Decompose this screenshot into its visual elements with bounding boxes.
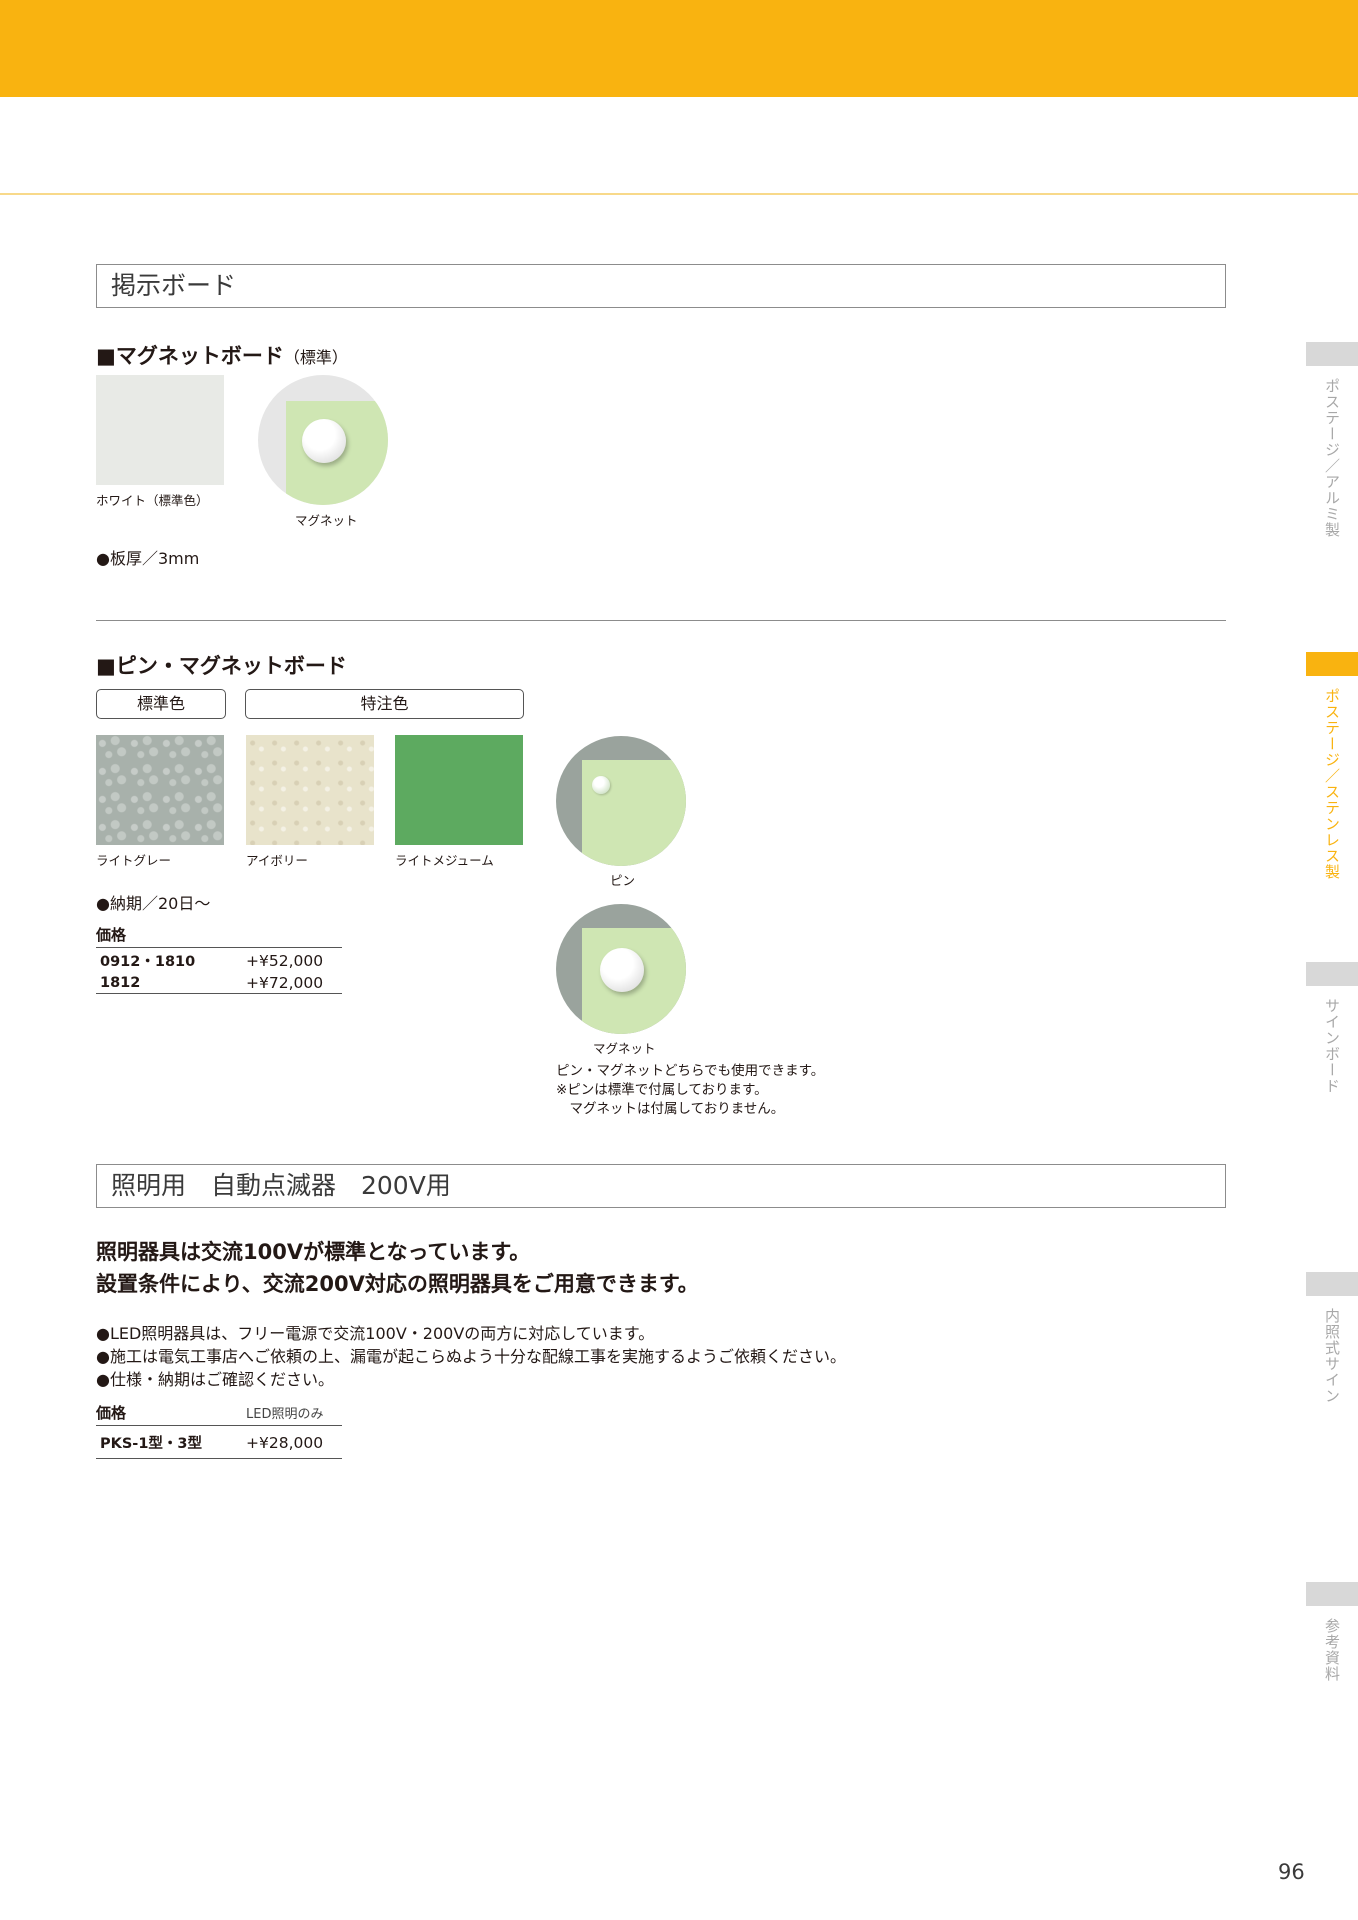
bullet-item: ●LED照明器具は、フリー電源で交流100V・200Vの両方に対応しています。 [96, 1324, 655, 1343]
swatch-white-label: ホワイト（標準色） [96, 493, 209, 508]
swatch-label-grey: ライトグレー [96, 853, 172, 868]
side-tab-illuminated-sign[interactable] [1306, 1272, 1358, 1296]
magnet-icon-2 [600, 948, 644, 992]
table-row: 0912・1810 +¥52,000 [100, 951, 324, 971]
delivery-note: ●納期／20日～ [96, 894, 211, 913]
price-sub-header: LED照明のみ [246, 1402, 342, 1426]
swatch-white [96, 375, 224, 485]
top-divider-line [0, 193, 1358, 195]
magnet-board-heading-sub: （標準） [283, 348, 348, 367]
side-tab-aluminum[interactable] [1306, 342, 1358, 366]
swatch-light-medium [395, 735, 523, 845]
magnet-label-2: マグネット [593, 1041, 656, 1056]
side-tab-signboard[interactable] [1306, 962, 1358, 986]
bullet-item: ●施工は電気工事店へご依頼の上、漏電が起こらぬよう十分な配線工事を実施するようご… [96, 1347, 846, 1366]
price-header: 価格 [96, 924, 342, 948]
magnet-detail-photo-2 [556, 904, 686, 1034]
side-label-reference[interactable]: 参考資料 [1306, 1618, 1358, 1718]
section-divider [96, 620, 1226, 621]
timer-bullets: ●LED照明器具は、フリー電源で交流100V・200Vの両方に対応しています。 … [96, 1322, 846, 1391]
note-line-3: マグネットは付属しておりません。 [556, 1101, 785, 1117]
timer-lead-1: 照明器具は交流100Vが標準となっています。 [96, 1240, 531, 1264]
side-label-illuminated-sign[interactable]: 内照式サイン [1306, 1308, 1358, 1428]
table-row: PKS-1型・3型 +¥28,000 [96, 1425, 342, 1459]
section-title-board: 掲示ボード [96, 264, 1226, 308]
swatch-label-ivory: アイボリー [246, 853, 308, 868]
section-title-timer: 照明用 自動点滅器 200V用 [96, 1164, 1226, 1208]
side-tab-reference[interactable] [1306, 1582, 1358, 1606]
timer-lead-2: 設置条件により、交流200V対応の照明器具をご用意できます。 [96, 1272, 699, 1296]
magnet-detail-photo [258, 375, 388, 505]
bullet-item: ●仕様・納期はご確認ください。 [96, 1370, 334, 1389]
side-label-stainless[interactable]: ポステージ／ステンレス製 [1306, 688, 1358, 888]
magnet-board-heading-text: ■マグネットボード [96, 344, 284, 368]
top-color-bar [0, 0, 1358, 97]
timer-price-table: 価格 LED照明のみ PKS-1型・3型 +¥28,000 [96, 1402, 342, 1459]
note-line-2: ※ピンは標準で付属しております。 [556, 1082, 768, 1098]
side-label-aluminum[interactable]: ポステージ／アルミ製 [1306, 378, 1358, 558]
pin-magnet-notes: ピン・マグネットどちらでも使用できます。 ※ピンは標準で付属しております。 マグ… [556, 1062, 824, 1119]
pin-board-price-table: 価格 0912・1810 +¥52,000 1812 +¥72,000 [96, 924, 342, 994]
magnet-board-heading: ■マグネットボード（標準） [96, 340, 348, 370]
side-tab-stainless[interactable] [1306, 652, 1358, 676]
price-header: 価格 [96, 1402, 246, 1426]
magnet-label: マグネット [295, 513, 358, 528]
swatch-label-medium: ライトメジューム [395, 853, 494, 868]
pin-detail-photo [556, 736, 686, 866]
table-row: 1812 +¥72,000 [96, 972, 342, 994]
note-line-1: ピン・マグネットどちらでも使用できます。 [556, 1063, 825, 1079]
swatch-light-grey [96, 735, 224, 845]
magnet-icon [302, 419, 346, 463]
tag-special-color: 特注色 [245, 689, 524, 719]
page-number: 96 [1278, 1860, 1305, 1884]
pin-icon [592, 776, 610, 794]
tag-standard-color: 標準色 [96, 689, 226, 719]
thickness-note: ●板厚／3mm [96, 549, 200, 568]
side-label-signboard[interactable]: サインボード [1306, 998, 1358, 1118]
pin-label: ピン [610, 873, 636, 888]
pin-board-heading: ■ピン・マグネットボード [96, 654, 347, 678]
swatch-ivory [246, 735, 374, 845]
